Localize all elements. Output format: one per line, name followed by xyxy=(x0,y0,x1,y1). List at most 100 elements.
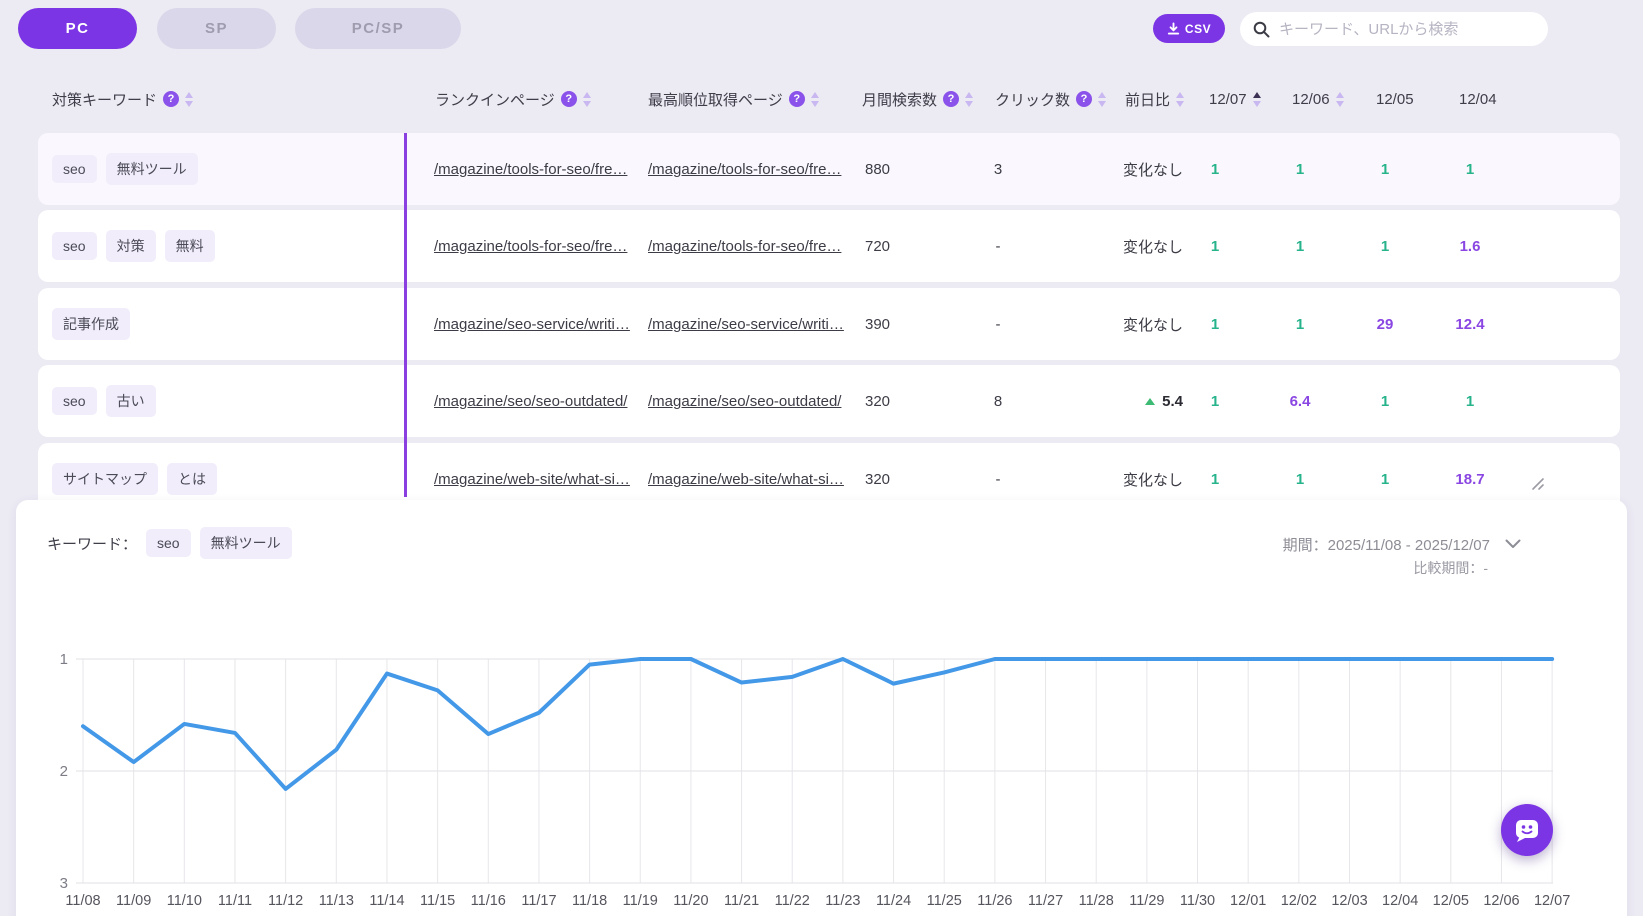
keyword-tag: 記事作成 xyxy=(52,308,130,340)
x-axis-tick-label: 11/21 xyxy=(724,893,759,909)
sort-toggle[interactable] xyxy=(185,92,193,107)
col-header-clicks[interactable]: クリック数 ? xyxy=(995,85,1106,113)
rank-value-12-04: 1 xyxy=(1428,365,1512,437)
sort-toggle[interactable] xyxy=(583,92,591,107)
x-axis-tick-label: 11/23 xyxy=(825,893,860,909)
device-tab-pc-sp[interactable]: PC/SP xyxy=(295,8,461,49)
rank-up-icon xyxy=(1145,398,1155,405)
chat-bubble-icon xyxy=(1513,816,1541,844)
x-axis-tick-label: 11/15 xyxy=(420,893,455,909)
rank-value-12-07: 1 xyxy=(1173,288,1257,360)
sort-toggle[interactable] xyxy=(1098,92,1106,107)
x-axis-tick-label: 12/04 xyxy=(1382,893,1418,909)
monthly-searches-value: 320 xyxy=(865,365,890,437)
best-rank-page-link[interactable]: /magazine/tools-for-seo/fre… xyxy=(648,210,841,282)
rank-in-page-link[interactable]: /magazine/seo/seo-outdated/ xyxy=(434,365,627,437)
x-axis-tick-label: 12/01 xyxy=(1230,893,1266,909)
col-header-rank-in-page-label: ランクインページ xyxy=(435,89,555,110)
col-header-best-rank-page[interactable]: 最高順位取得ページ ? xyxy=(648,85,819,113)
table-row[interactable]: seo 対策 無料 /magazine/tools-for-seo/fre… /… xyxy=(38,210,1620,282)
seo-rank-tracker-screen: PC SP PC/SP CSV 対策キーワード ? ランクインページ ? 最高順… xyxy=(0,0,1643,916)
monthly-searches-value: 720 xyxy=(865,210,890,282)
help-icon[interactable]: ? xyxy=(561,91,577,107)
x-axis-tick-label: 11/14 xyxy=(369,893,404,909)
col-header-monthly-searches-label: 月間検索数 xyxy=(862,89,937,110)
rank-value-12-04: 1 xyxy=(1428,133,1512,205)
y-axis-tick-label: 3 xyxy=(60,875,68,892)
col-header-date-12-05[interactable]: 12/05 xyxy=(1376,85,1414,113)
clicks-value: - xyxy=(953,210,1043,282)
device-tab-pc[interactable]: PC xyxy=(18,8,137,49)
help-icon[interactable]: ? xyxy=(943,91,959,107)
table-row[interactable]: 記事作成 /magazine/seo-service/writi… /magaz… xyxy=(38,288,1620,360)
keyword-tag: 無料 xyxy=(165,230,215,262)
compare-period-label: 比較期間：- xyxy=(1413,558,1488,578)
csv-download-button[interactable]: CSV xyxy=(1153,14,1225,43)
rank-value-12-07: 1 xyxy=(1173,133,1257,205)
table-row[interactable]: seo 古い /magazine/seo/seo-outdated/ /maga… xyxy=(38,365,1620,437)
x-axis-tick-label: 11/17 xyxy=(521,893,556,909)
best-rank-page-link[interactable]: /magazine/seo-service/writi… xyxy=(648,288,844,360)
rank-value-12-06: 1 xyxy=(1258,133,1342,205)
search-input[interactable] xyxy=(1279,21,1535,38)
help-icon[interactable]: ? xyxy=(1076,91,1092,107)
chevron-down-icon[interactable] xyxy=(1505,539,1521,549)
rank-in-page-link[interactable]: /magazine/seo-service/writi… xyxy=(434,288,630,360)
sort-toggle[interactable] xyxy=(1336,92,1344,107)
rank-in-page-link[interactable]: /magazine/tools-for-seo/fre… xyxy=(434,133,627,205)
table-row[interactable]: seo 無料ツール /magazine/tools-for-seo/fre… /… xyxy=(38,133,1620,205)
help-icon[interactable]: ? xyxy=(789,91,805,107)
download-icon xyxy=(1167,22,1180,35)
sort-toggle[interactable] xyxy=(1176,92,1184,107)
chart-keyword-tag: 無料ツール xyxy=(200,527,292,559)
x-axis-tick-label: 11/28 xyxy=(1079,893,1114,909)
period-selector-label[interactable]: 期間：2025/11/08 - 2025/12/07 xyxy=(1283,534,1490,555)
keyword-tags: seo 古い xyxy=(52,365,156,437)
col-header-rank-in-page[interactable]: ランクインページ ? xyxy=(435,85,591,113)
best-rank-page-link[interactable]: /magazine/seo/seo-outdated/ xyxy=(648,365,841,437)
rank-in-page-link[interactable]: /magazine/tools-for-seo/fre… xyxy=(434,210,627,282)
sort-toggle[interactable] xyxy=(965,92,973,107)
keyword-tag: seo xyxy=(52,232,97,260)
rank-chart-panel: キーワード： seo 無料ツール 期間：2025/11/08 - 2025/12… xyxy=(16,500,1627,916)
col-header-date-12-07[interactable]: 12/07 xyxy=(1209,85,1261,113)
x-axis-tick-label: 11/30 xyxy=(1180,893,1215,909)
col-header-date-12-04[interactable]: 12/04 xyxy=(1459,85,1497,113)
sort-toggle[interactable] xyxy=(811,92,819,107)
keyword-column-divider xyxy=(404,133,407,497)
x-axis-tick-label: 11/24 xyxy=(876,893,911,909)
monthly-searches-value: 880 xyxy=(865,133,890,205)
clicks-value: - xyxy=(953,288,1043,360)
keyword-tag: seo xyxy=(52,387,97,415)
table-resize-handle[interactable] xyxy=(1529,475,1545,491)
sort-toggle-active[interactable] xyxy=(1253,92,1261,107)
clicks-value: 3 xyxy=(953,133,1043,205)
clicks-value: 8 xyxy=(953,365,1043,437)
x-axis-tick-label: 11/22 xyxy=(775,893,810,909)
col-header-day-over-day[interactable]: 前日比 xyxy=(1125,85,1184,113)
best-rank-page-link[interactable]: /magazine/tools-for-seo/fre… xyxy=(648,133,841,205)
rank-value-12-05: 1 xyxy=(1343,210,1427,282)
device-tab-sp[interactable]: SP xyxy=(157,8,276,49)
rank-value-12-06: 6.4 xyxy=(1258,365,1342,437)
keyword-tags: seo 対策 無料 xyxy=(52,210,215,282)
col-header-date-label: 12/06 xyxy=(1292,91,1330,108)
rank-value-12-05: 1 xyxy=(1343,133,1427,205)
chart-keyword-tag: seo xyxy=(146,529,191,557)
col-header-date-label: 12/05 xyxy=(1376,91,1414,108)
help-icon[interactable]: ? xyxy=(163,91,179,107)
x-axis-tick-label: 11/18 xyxy=(572,893,607,909)
x-axis-tick-label: 12/07 xyxy=(1534,893,1570,909)
rank-value-12-06: 1 xyxy=(1258,288,1342,360)
rank-value-12-05: 29 xyxy=(1343,288,1427,360)
chat-support-button[interactable] xyxy=(1501,804,1553,856)
x-axis-tick-label: 11/12 xyxy=(268,893,303,909)
day-over-day-value: 変化なし xyxy=(1088,210,1183,282)
keyword-tag: 古い xyxy=(106,385,156,417)
col-header-monthly-searches[interactable]: 月間検索数 ? xyxy=(862,85,973,113)
col-header-date-12-06[interactable]: 12/06 xyxy=(1292,85,1344,113)
keyword-tag: サイトマップ xyxy=(52,463,158,495)
x-axis-tick-label: 11/27 xyxy=(1028,893,1063,909)
col-header-keyword[interactable]: 対策キーワード ? xyxy=(52,85,193,113)
col-header-clicks-label: クリック数 xyxy=(995,89,1070,110)
